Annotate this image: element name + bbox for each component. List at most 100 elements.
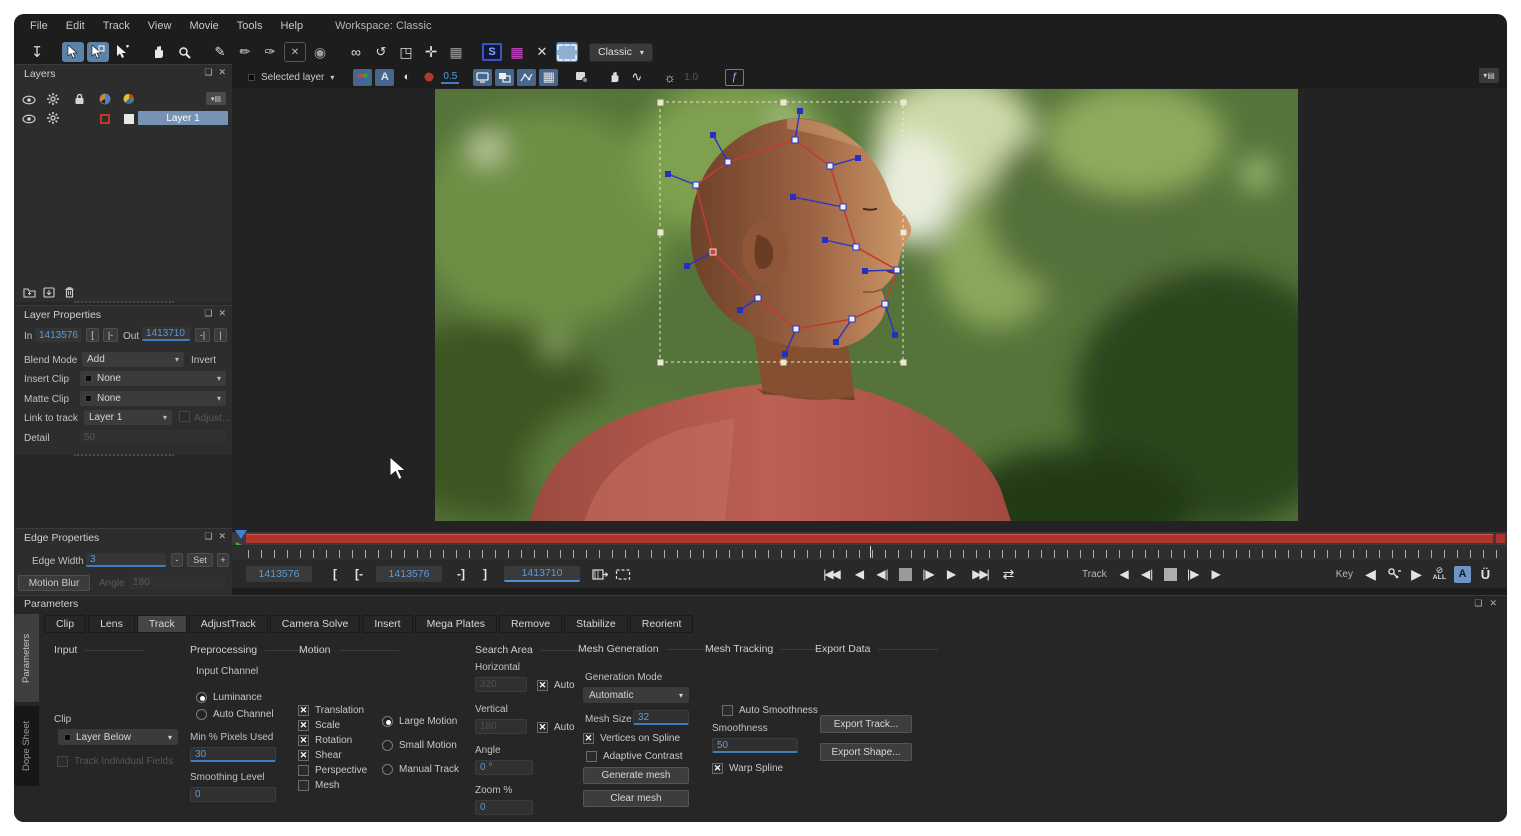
shear-checkbox[interactable]: ✕ [298,750,309,761]
min-pixels-field[interactable]: 30 [190,747,276,762]
set-out-bracket-button[interactable]: ] [476,567,494,581]
luminance-radio[interactable] [196,692,207,703]
marquee-select-icon[interactable] [556,42,578,62]
adaptive-contrast-row[interactable]: Adaptive Contrast [586,751,683,762]
track-one-back-button[interactable]: ◀| [1136,564,1159,584]
angle-field[interactable]: 180 [129,575,225,589]
matte-overlay-icon[interactable] [419,69,438,86]
horizontal-field[interactable]: 320 [475,677,527,692]
brightness-icon[interactable]: ☼ [660,69,679,86]
out-frame-field[interactable]: 1413710 [504,566,580,582]
loop-button[interactable]: ⇄ [997,564,1020,584]
overlay-opacity-value[interactable]: 0.5 [441,71,459,84]
tab-remove[interactable]: Remove [499,615,562,633]
tab-reorient[interactable]: Reorient [630,615,694,633]
vertical-field[interactable]: 180 [475,719,527,734]
play-button[interactable]: ▶ [940,564,963,584]
alpha-view-icon[interactable]: A [375,69,394,86]
viewbar-menu-icon[interactable]: ▾▤ [1479,68,1499,83]
generation-mode-dropdown[interactable]: Automatic▾ [583,687,689,703]
grid-overlay-icon[interactable]: ▦ [539,69,558,86]
step-back-button[interactable]: ◀| [871,564,894,584]
side-tab-parameters[interactable]: Parameters [14,614,39,702]
prev-keyframe-button[interactable]: ◀ [1359,564,1382,584]
curve-icon[interactable]: ∿ [627,69,646,86]
mesh-row[interactable]: Mesh [298,780,339,791]
tab-clip[interactable]: Clip [44,615,86,633]
shear-row[interactable]: ✕Shear [298,750,342,761]
menu-view[interactable]: View [148,20,172,32]
mesh-checkbox[interactable] [298,780,309,791]
track-individual-fields-checkbox[interactable] [57,756,68,767]
exposure-value[interactable]: 1.0 [682,72,700,83]
select-tool-icon[interactable] [62,42,84,62]
trash-icon[interactable] [60,285,78,299]
tab-adjusttrack[interactable]: AdjustTrack [189,615,268,633]
close-icon[interactable]: ✕ [218,531,226,542]
invert-label[interactable]: Invert [191,355,216,366]
tab-camera-solve[interactable]: Camera Solve [270,615,361,633]
gear-icon[interactable] [44,92,62,106]
close-icon[interactable]: ✕ [218,67,226,78]
workspace-preset-dropdown[interactable]: Classic ▾ [589,43,653,62]
set-out-button[interactable]: | [214,328,227,342]
edge-width-plus-button[interactable]: + [217,553,229,567]
detail-field[interactable]: 50 [80,430,226,444]
search-angle-field[interactable]: 0 ° [475,760,533,775]
edge-width-set-button[interactable]: Set [187,553,213,567]
matte-clip-dropdown[interactable]: None▾ [80,391,226,406]
warp-spline-row[interactable]: ✕Warp Spline [712,763,783,774]
layers-menu-icon[interactable]: ▾▤ [206,92,226,105]
first-frame-button[interactable]: |◀◀ [814,564,848,584]
timeline-zoom-fit-icon[interactable] [611,564,634,584]
eye-icon[interactable] [20,93,38,107]
track-individual-fields-row[interactable]: Track Individual Fields [57,756,173,767]
set-in-button[interactable]: [ [86,328,99,342]
stop-button[interactable] [894,564,917,584]
auto-channel-radio[interactable] [196,709,207,720]
manual-track-radio[interactable] [382,764,393,775]
export-shape-button[interactable]: Export Shape... [820,743,912,761]
ellipse-shape-tool-icon[interactable]: ◉ [309,42,331,62]
lasso-tool-icon[interactable]: ↺ [370,42,392,62]
track-stop-button[interactable] [1159,564,1182,584]
scale-row[interactable]: ✕Scale [298,720,340,731]
goto-in-button[interactable]: |- [103,328,118,342]
small-motion-radio[interactable] [382,740,393,751]
vertical-auto-checkbox[interactable]: ✕ [537,722,548,733]
edge-width-field[interactable]: 3 [86,553,166,567]
expand-view-icon[interactable]: ✕ [531,42,553,62]
spline-bezier-tool-icon[interactable]: ✏ [234,42,256,62]
stamp-preview-icon[interactable] [572,69,591,86]
select-both-tool-icon[interactable] [87,42,109,62]
layer-gear-icon[interactable] [44,111,62,125]
in-frame-field[interactable]: 1413576 [35,328,81,342]
timeline-ruler[interactable] [232,545,1507,560]
track-one-forward-button[interactable]: |▶ [1182,564,1205,584]
smoothness-field[interactable]: 50 [712,738,798,753]
pan-tool-icon[interactable] [148,42,170,62]
add-point-tool-icon[interactable] [112,42,134,62]
step-forward-button[interactable]: |▶ [917,564,940,584]
delete-all-keys-button[interactable]: ⊘ALL [1428,564,1451,584]
play-backward-button[interactable]: ◀ [848,564,871,584]
auto-channel-radio-row[interactable]: Auto Channel [196,709,274,720]
new-layer-folder-icon[interactable] [20,285,38,299]
track-forward-button[interactable]: ▶ [1205,564,1228,584]
perspective-row[interactable]: Perspective [298,765,367,776]
magenta-grid-icon[interactable]: ▦ [506,42,528,62]
menu-file[interactable]: File [30,20,48,32]
out-frame-field[interactable]: 1413710 [142,327,190,341]
tracked-range-bar[interactable] [246,534,1493,543]
matte-color-icon[interactable] [96,92,114,106]
insert-clip-dropdown[interactable]: None▾ [80,371,226,386]
adjust-checkbox[interactable] [179,411,190,422]
mesh-size-field[interactable]: 32 [633,710,689,725]
menu-help[interactable]: Help [280,20,303,32]
monitor-view-icon[interactable] [473,69,492,86]
tab-track[interactable]: Track [137,615,187,633]
delete-key-icon[interactable] [1382,564,1405,584]
panel-grip[interactable] [74,454,174,457]
layer-spline-color-icon[interactable] [96,112,114,126]
generate-mesh-button[interactable]: Generate mesh [583,767,689,784]
